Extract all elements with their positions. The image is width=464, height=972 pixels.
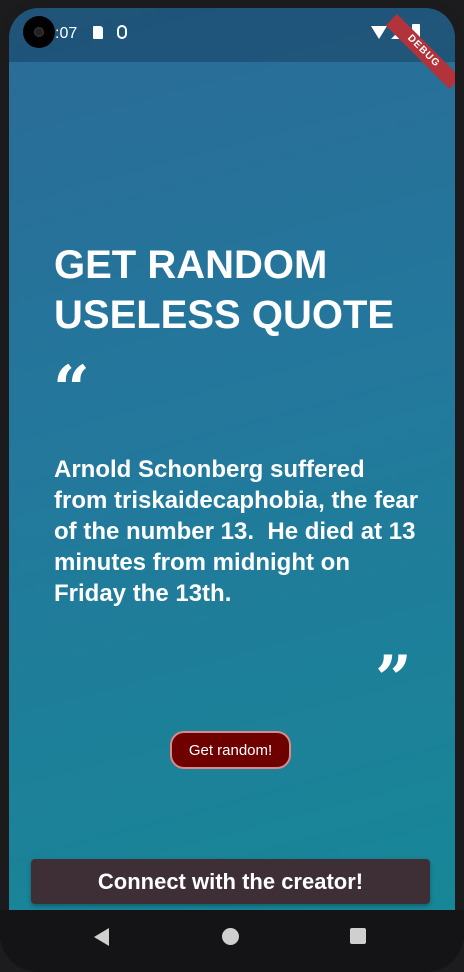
get-random-button[interactable]: Get random! (170, 731, 291, 769)
connect-creator-button[interactable]: Connect with the creator! (31, 859, 430, 904)
status-bar: :07 DEBUG (9, 8, 455, 89)
debug-banner: DEBUG (385, 14, 455, 89)
phone-frame: :07 DEBUG GET RANDOM USELESS QUOTE “ Arn… (0, 0, 464, 972)
camera-cutout (23, 16, 55, 48)
close-quote-icon: ” (375, 642, 412, 717)
wifi-icon (371, 26, 387, 39)
recents-icon[interactable] (350, 928, 366, 944)
open-quote-icon: “ (53, 352, 90, 427)
app-screen: :07 DEBUG GET RANDOM USELESS QUOTE “ Arn… (9, 8, 455, 910)
status-time: :07 (55, 25, 78, 42)
back-icon[interactable] (94, 928, 109, 946)
home-icon[interactable] (222, 928, 239, 945)
page-title: GET RANDOM USELESS QUOTE (54, 243, 395, 337)
quote-text: Arnold Schonberg suffered from triskaide… (54, 456, 425, 607)
navigation-bar (0, 910, 464, 972)
debug-bug-icon (117, 25, 127, 39)
sd-card-icon (93, 26, 103, 39)
